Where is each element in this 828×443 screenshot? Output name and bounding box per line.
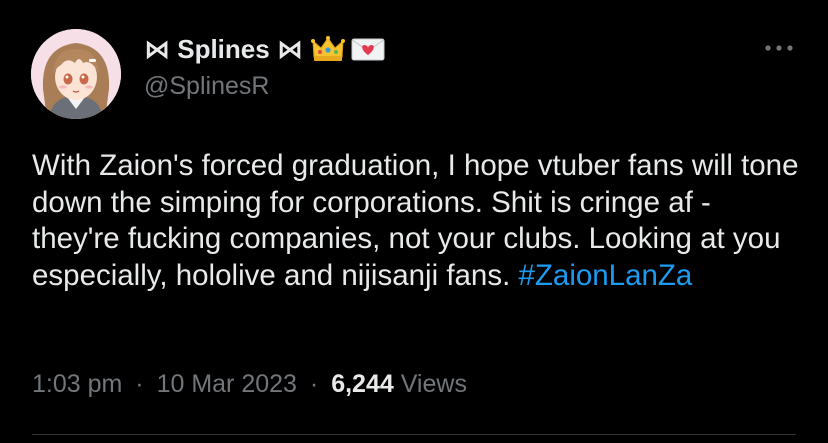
meta-separator: · — [135, 370, 144, 398]
divider — [32, 434, 796, 435]
author-display-name[interactable]: ⋈ Splines ⋈ — [144, 34, 303, 65]
more-options-icon[interactable] — [757, 36, 801, 60]
author-name-row: ⋈ Splines ⋈ — [144, 33, 385, 65]
tweet-card: ⋈ Splines ⋈ @SplinesR With Zaion's force… — [0, 0, 828, 443]
author-handle[interactable]: @SplinesR — [144, 72, 269, 101]
tweet-date[interactable]: 10 Mar 2023 — [157, 370, 297, 398]
meta-separator: · — [309, 370, 319, 398]
tweet-meta: 1:03 pm · 10 Mar 2023 · 6,244 Views — [32, 370, 467, 399]
love-letter-icon — [351, 36, 385, 62]
views-label: Views — [400, 370, 467, 398]
views-count: 6,244 — [331, 370, 394, 398]
crown-icon — [310, 35, 345, 63]
avatar[interactable] — [31, 29, 121, 119]
tweet-text: With Zaion's forced graduation, I hope v… — [32, 148, 802, 294]
tweet-time[interactable]: 1:03 pm — [32, 370, 122, 398]
hashtag-link[interactable]: #ZaionLanZa — [518, 259, 692, 292]
